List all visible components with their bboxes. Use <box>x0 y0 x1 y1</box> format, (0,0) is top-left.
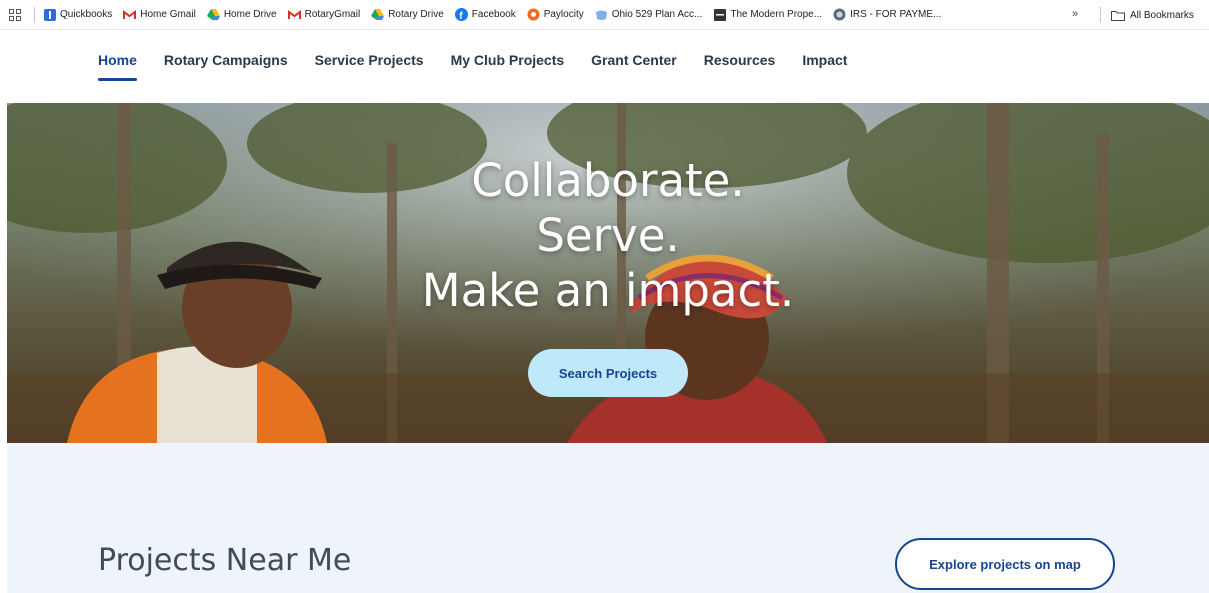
bookmark-ohio-529[interactable]: Ohio 529 Plan Acc... <box>595 8 702 21</box>
paylocity-icon <box>527 8 540 21</box>
explore-map-button[interactable]: Explore projects on map <box>895 538 1115 590</box>
all-bookmarks-button[interactable]: All Bookmarks <box>1100 0 1194 30</box>
hero-banner: Collaborate. Serve. Make an impact. Sear… <box>7 103 1209 443</box>
folder-icon <box>1111 10 1125 21</box>
bookmark-rotary-drive[interactable]: Rotary Drive <box>371 8 444 21</box>
ohio-529-icon <box>595 8 608 21</box>
bookmark-paylocity[interactable]: Paylocity <box>527 8 584 21</box>
nav-resources[interactable]: Resources <box>704 30 776 90</box>
google-drive-icon <box>206 8 220 21</box>
projects-near-me-section: Projects Near Me Explore projects on map <box>7 443 1209 593</box>
nav-grant-center[interactable]: Grant Center <box>591 30 677 90</box>
bookmark-rotary-gmail[interactable]: RotaryGmail <box>287 8 360 21</box>
bookmark-home-drive[interactable]: Home Drive <box>206 8 277 21</box>
primary-nav: Home Rotary Campaigns Service Projects M… <box>98 30 874 90</box>
hero-headline-line-3: Make an impact. <box>421 264 795 317</box>
gmail-icon <box>287 8 301 21</box>
bookmarks-bar: Quickbooks Home Gmail Home Drive RotaryG… <box>0 0 1209 30</box>
nav-service-projects[interactable]: Service Projects <box>315 30 424 90</box>
nav-home[interactable]: Home <box>98 30 137 90</box>
hero-headline-line-2: Serve. <box>536 209 680 262</box>
bookmarks-divider <box>1100 7 1101 23</box>
bookmarks-divider <box>34 6 35 23</box>
bookmark-quickbooks[interactable]: Quickbooks <box>43 8 112 21</box>
nav-impact[interactable]: Impact <box>802 30 847 90</box>
nav-my-club-projects[interactable]: My Club Projects <box>451 30 565 90</box>
modern-property-icon <box>713 8 726 21</box>
bookmarks-overflow-button[interactable]: » <box>1072 8 1078 20</box>
section-title: Projects Near Me <box>98 543 352 578</box>
bookmark-facebook[interactable]: f Facebook <box>454 8 516 21</box>
facebook-icon: f <box>454 8 468 21</box>
search-projects-button[interactable]: Search Projects <box>528 349 688 397</box>
google-drive-icon <box>371 8 385 21</box>
quickbooks-icon <box>43 8 56 21</box>
bookmark-home-gmail[interactable]: Home Gmail <box>123 8 196 21</box>
apps-grid-icon[interactable] <box>8 8 22 22</box>
irs-icon <box>833 8 846 21</box>
bookmark-irs[interactable]: IRS - FOR PAYME... <box>833 8 941 21</box>
nav-rotary-campaigns[interactable]: Rotary Campaigns <box>164 30 288 90</box>
gmail-icon <box>123 8 137 21</box>
hero-headline-line-1: Collaborate. <box>471 154 745 207</box>
bookmark-modern-property[interactable]: The Modern Prope... <box>713 8 822 21</box>
